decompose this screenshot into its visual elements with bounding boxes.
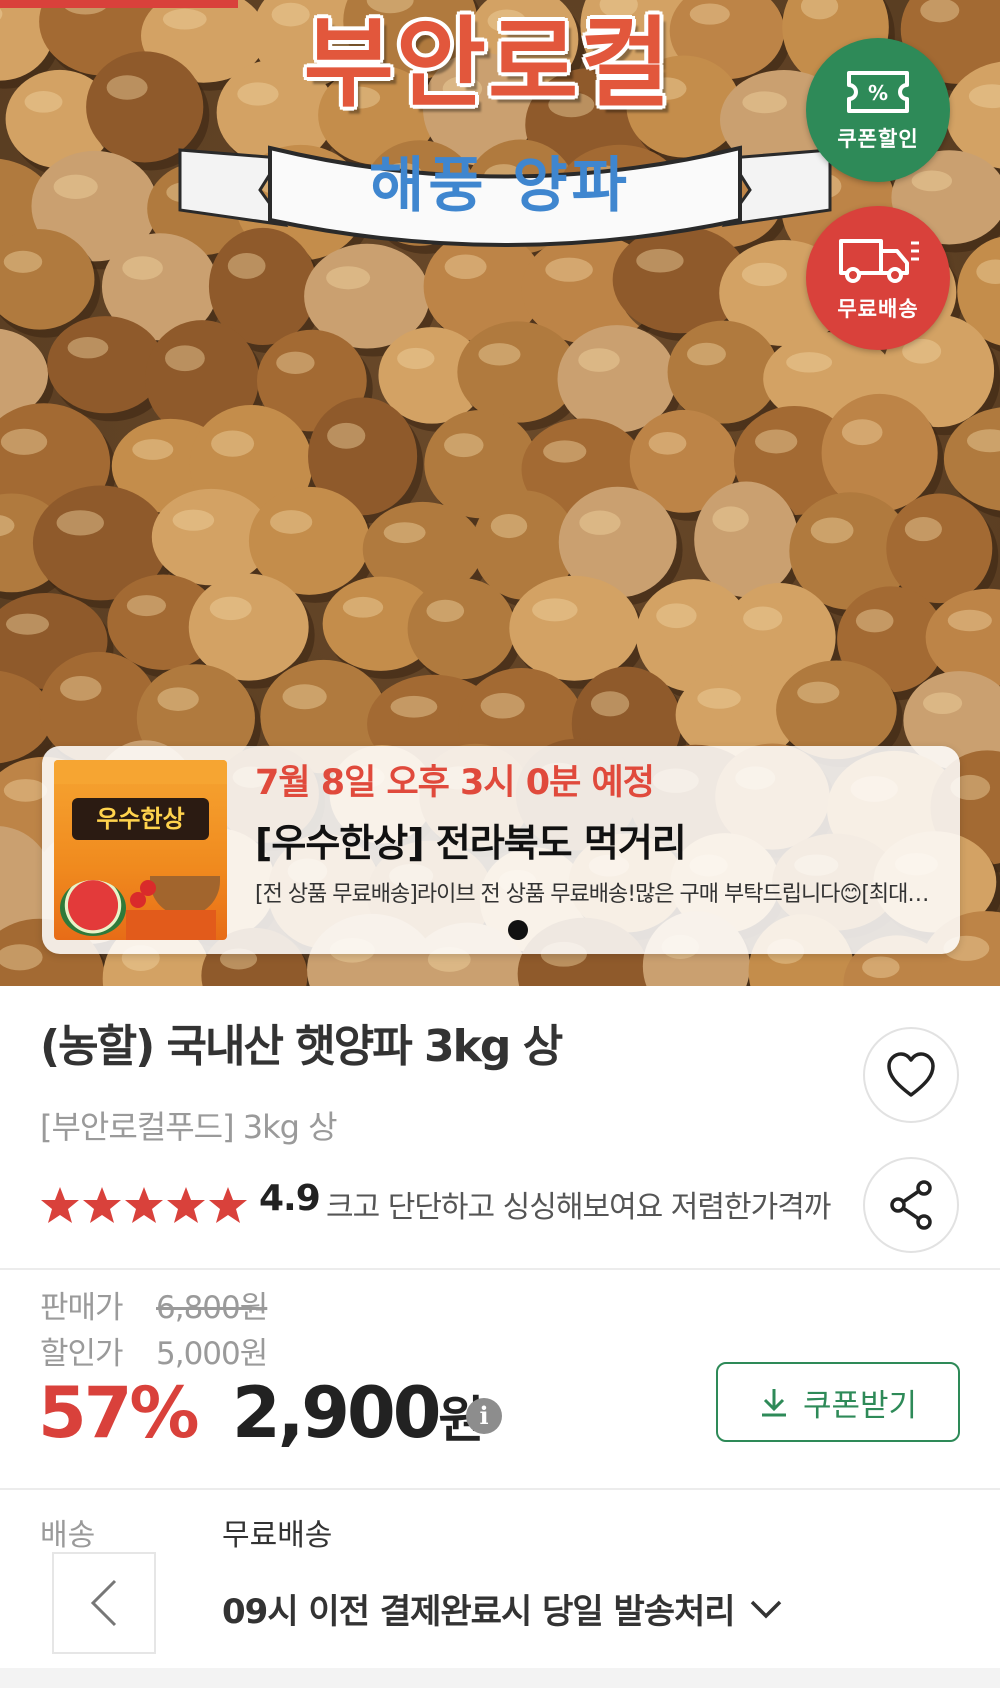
heart-icon [887,1052,935,1097]
share-button[interactable] [863,1157,959,1253]
share-icon [890,1180,932,1230]
price-info-icon[interactable]: i [466,1398,502,1434]
produce-box-image [126,910,216,940]
hero-accent-bar [0,0,238,8]
tomato-image [140,880,156,896]
coupon-button-label: 쿠폰받기 [802,1387,918,1424]
download-icon [761,1389,786,1417]
sale-price-label: 판매가 [40,1290,124,1326]
star-icon [125,1187,163,1223]
live-schedule-date: 7월 8일 오후 3시 0분 예정 [255,763,655,803]
discount-price-value: 5,000원 [156,1336,268,1372]
rating-stars [40,1186,248,1224]
bottom-strip [0,1668,1000,1688]
truck-icon [839,239,919,283]
thumbnail-header [54,760,227,784]
discount-rate: 57% [38,1372,200,1454]
rating-value: 4.9 [259,1178,321,1219]
shipping-label: 배송 [40,1518,96,1553]
coupon-ticket-icon: % [847,71,909,113]
brand-title: 부안로컬 [303,7,673,121]
discount-price-label: 할인가 [40,1336,124,1372]
final-price: 2,900원 [232,1372,484,1454]
star-icon [167,1187,205,1223]
star-icon [41,1187,79,1223]
wishlist-button[interactable] [863,1027,959,1123]
product-name: (농할) 국내산 햇양파 3kg 상 [40,1021,563,1072]
chevron-down-icon [750,1600,781,1618]
seller-option-line[interactable]: [부안로컬푸드] 3kg 상 [40,1102,338,1148]
shipping-badge-label: 무료배송 [837,297,919,321]
review-snippet[interactable]: 크고 단단하고 싱싱해보여요 저렴한가격까 [326,1182,846,1226]
star-icon [209,1187,247,1223]
section-divider [0,1268,1000,1270]
carousel-indicator-dot[interactable] [508,920,528,940]
shipping-note-text: 09시 이전 결제완료시 당일 발송처리 [222,1592,736,1632]
chevron-left-icon [90,1579,117,1627]
coupon-discount-badge: % 쿠폰할인 [806,38,950,182]
live-broadcast-card[interactable]: 우수한상 7월 8일 오후 3시 0분 예정 [우수한상] 전라북도 먹거리 [… [42,746,960,954]
live-title: [우수한상] 전라북도 먹거리 [255,821,687,865]
shipping-value: 무료배송 [222,1518,333,1553]
star-icon [83,1187,121,1223]
shipping-note-dropdown[interactable]: 09시 이전 결제완료시 당일 발송처리 [222,1584,783,1633]
final-price-amount: 2,900 [232,1372,441,1454]
live-description: [전 상품 무료배송]라이브 전 상품 무료배송!많은 구매 부탁드립니다😊[최… [255,882,929,907]
ribbon-text: 해풍 양파 [369,151,631,221]
coupon-badge-label: 쿠폰할인 [837,127,919,151]
back-button[interactable] [52,1552,156,1654]
watermelon-image [60,880,126,936]
sale-price-value: 6,800원 [156,1290,268,1326]
free-shipping-badge: 무료배송 [806,206,950,350]
section-divider [0,1488,1000,1490]
live-thumbnail: 우수한상 [54,760,227,940]
thumbnail-title: 우수한상 [72,798,209,840]
coupon-percent-glyph: % [868,81,888,105]
get-coupon-button[interactable]: 쿠폰받기 [716,1362,960,1442]
product-hero-image[interactable]: 부안로컬 해풍 양파 % 쿠폰할인 무료배송 우수한상 7월 8일 오후 3시 … [0,0,1000,986]
